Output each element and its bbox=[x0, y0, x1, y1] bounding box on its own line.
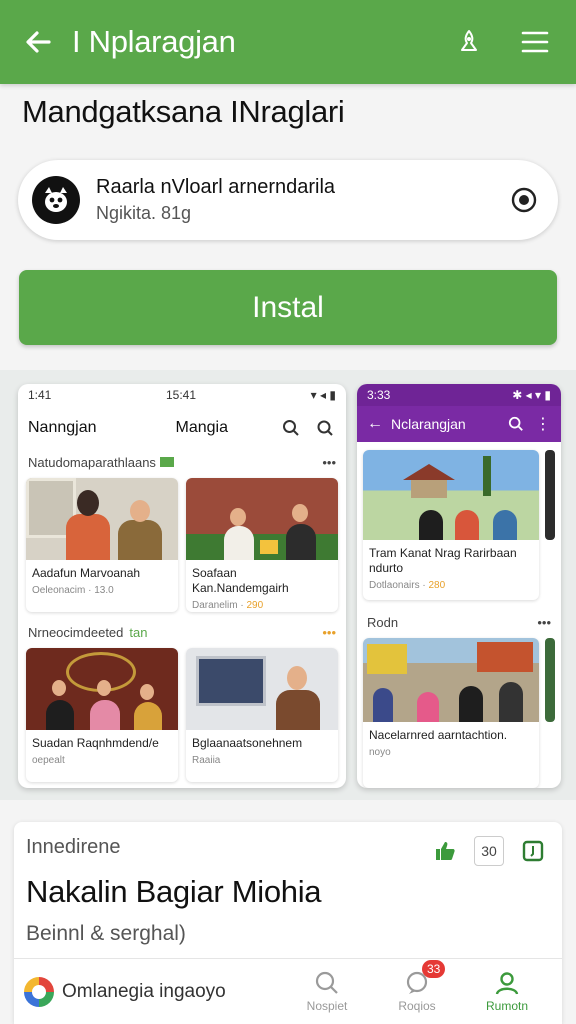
status-time-left: 3:33 bbox=[367, 388, 391, 402]
nav-item-profile[interactable]: Rumotn bbox=[462, 970, 552, 1013]
list-item: Bglaanaatsonehnem Raaiia bbox=[186, 648, 338, 782]
app-bar-title: I Nplaragjan bbox=[72, 24, 236, 59]
section-label: Rodn bbox=[367, 614, 399, 630]
card-title: Soafaan Kan.Nandemgairh bbox=[192, 566, 289, 595]
screenshot-phone-b[interactable]: 3:33 ✱ ◂ ▾ ▮ ← Nclarangjan ⋮ Tram Kanat … bbox=[357, 384, 561, 788]
card-meta: oepealt bbox=[32, 755, 65, 766]
app-name: Raarla nVloarl arnerndarila bbox=[96, 176, 336, 198]
card-title: Bglaanaatsonehnem bbox=[192, 736, 303, 750]
list-item: Suadan Raqnhmdend/e oepealt bbox=[26, 648, 178, 782]
info-heading: Nakalin Bagiar Miohia bbox=[26, 874, 322, 909]
card-meta: Dotlaonairs · 280 bbox=[369, 580, 446, 591]
thumbnail bbox=[186, 648, 338, 730]
more-icon: ••• bbox=[322, 624, 336, 640]
section-header: Rodn ••• bbox=[357, 610, 561, 634]
info-subtext: Beinnl & serghal) bbox=[26, 922, 186, 945]
screenshot-carousel[interactable]: 1:41 15:41 ▾ ◂ ▮ Nanngjan Mangia Natudom… bbox=[0, 370, 576, 800]
status-time-center: 15:41 bbox=[166, 388, 197, 402]
brand-logo-icon bbox=[24, 976, 54, 1007]
tag-icon bbox=[159, 457, 174, 467]
card-meta: Daranelim · 290 bbox=[192, 600, 264, 611]
nav-item-label: Nospiet bbox=[306, 999, 348, 1013]
section-header: Natudomaparathlaans ••• bbox=[18, 450, 346, 474]
status-bar: 1:41 15:41 ▾ ◂ ▮ bbox=[18, 384, 346, 406]
notification-badge: 33 bbox=[422, 960, 446, 978]
app-bar: I Nplaragjan bbox=[0, 0, 576, 84]
nav-item-search[interactable]: Nospiet bbox=[282, 970, 372, 1013]
screenshot-header-title: Nclarangjan bbox=[391, 416, 466, 432]
list-item: Nacelarnred aarntachtion. noyo bbox=[363, 638, 539, 788]
nav-item-label: Rumotn bbox=[485, 999, 529, 1013]
section-right: tan bbox=[129, 624, 148, 640]
badge-icon[interactable] bbox=[518, 836, 548, 866]
info-label: Innedirene bbox=[26, 836, 121, 858]
more-vert-icon: ⋮ bbox=[535, 416, 551, 433]
target-icon[interactable] bbox=[504, 180, 544, 220]
profile-icon bbox=[494, 970, 520, 999]
next-card-edge bbox=[545, 450, 555, 540]
nav-item-chat[interactable]: 33 Roqios bbox=[372, 960, 462, 1013]
list-item: Tram Kanat Nrag Rarirbaan ndurto Dotlaon… bbox=[363, 450, 539, 600]
status-time-left: 1:41 bbox=[28, 388, 52, 402]
search-icon bbox=[314, 970, 340, 999]
screenshot-header: ← Nclarangjan ⋮ bbox=[357, 406, 561, 442]
menu-icon[interactable] bbox=[512, 19, 558, 65]
list-item: Aadafun Marvoanah Oeleonacim · 13.0 bbox=[26, 478, 178, 612]
bottom-navigation: Omlanegia ingaoyo Nospiet 33 Roqios Rumo… bbox=[14, 958, 562, 1024]
search-icon bbox=[314, 417, 336, 439]
thumbnail bbox=[26, 478, 178, 560]
page-title: Mandgatksana INraglari bbox=[22, 94, 345, 129]
section-label: Nrneocimdeeted bbox=[28, 624, 124, 640]
search-icon bbox=[505, 413, 527, 435]
thumbnail bbox=[186, 478, 338, 560]
screenshot-header: Nanngjan Mangia bbox=[18, 406, 346, 450]
user-icon[interactable] bbox=[446, 19, 492, 65]
nav-item-label: Roqios bbox=[398, 999, 436, 1013]
thumbnail bbox=[26, 648, 178, 730]
more-icon: ••• bbox=[322, 454, 336, 470]
status-icons: ▾ ◂ ▮ bbox=[310, 388, 336, 402]
status-bar: 3:33 ✱ ◂ ▾ ▮ bbox=[357, 384, 561, 406]
section-label: Natudomaparathlaans bbox=[28, 454, 156, 470]
nav-brand-label: Omlanegia ingaoyo bbox=[62, 980, 226, 1002]
screenshot-header-left: Nanngjan bbox=[28, 419, 97, 436]
list-item: Soafaan Kan.Nandemgairh Daranelim · 290 bbox=[186, 478, 338, 612]
avatar-icon bbox=[32, 176, 80, 224]
back-arrow-icon: ← bbox=[367, 415, 383, 432]
thumbnail bbox=[363, 450, 539, 540]
card-meta: Raaiia bbox=[192, 755, 221, 766]
info-card: Innedirene 30 Nakalin Bagiar Miohia Bein… bbox=[14, 822, 562, 1024]
screenshot-header-center: Mangia bbox=[175, 419, 228, 436]
card-meta: noyo bbox=[369, 747, 391, 758]
status-icons: ✱ ◂ ▾ ▮ bbox=[512, 388, 551, 402]
back-arrow-icon[interactable] bbox=[18, 22, 58, 62]
card-title: Tram Kanat Nrag Rarirbaan ndurto bbox=[369, 546, 517, 575]
search-icon bbox=[280, 417, 302, 439]
more-icon: ••• bbox=[537, 614, 551, 630]
nav-brand[interactable]: Omlanegia ingaoyo bbox=[24, 976, 282, 1007]
counter-icon[interactable]: 30 bbox=[474, 836, 504, 866]
card-title: Suadan Raqnhmdend/e bbox=[32, 736, 159, 750]
screenshot-phone-a[interactable]: 1:41 15:41 ▾ ◂ ▮ Nanngjan Mangia Natudom… bbox=[18, 384, 346, 788]
thumbnail bbox=[363, 638, 539, 722]
app-meta: Ngikita. 81g bbox=[96, 203, 192, 223]
card-title: Aadafun Marvoanah bbox=[32, 566, 141, 580]
thumbs-up-icon[interactable] bbox=[430, 836, 460, 866]
section-header: Nrneocimdeeted tan ••• bbox=[18, 620, 346, 644]
next-card-edge bbox=[545, 638, 555, 722]
install-button[interactable]: Instal bbox=[19, 270, 557, 345]
card-meta: Oeleonacim · 13.0 bbox=[32, 585, 114, 596]
app-info-card[interactable]: Raarla nVloarl arnerndarila Ngikita. 81g bbox=[18, 160, 558, 240]
card-title: Nacelarnred aarntachtion. bbox=[369, 728, 508, 742]
